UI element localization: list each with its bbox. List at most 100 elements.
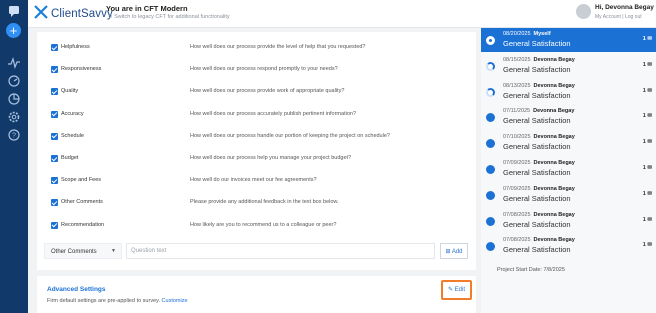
survey-recipient: Devonna Begay — [533, 237, 575, 244]
survey-date: 07/11/2025 — [503, 108, 531, 115]
edit-label: Edit — [454, 287, 466, 293]
advanced-settings: Advanced Settings Firm default settings … — [37, 270, 476, 313]
survey-name: General Satisfaction — [503, 168, 571, 177]
survey-recipient: Devonna Begay — [533, 56, 575, 63]
mail-icon: ✉ — [645, 242, 652, 249]
question-row: Responsiveness How well does our process … — [37, 59, 476, 81]
question-text-input[interactable]: Question text — [126, 243, 435, 259]
edit-highlight: ✎ Edit — [441, 280, 472, 300]
question-type-select[interactable]: Other Comments ▼ — [44, 243, 122, 259]
response-count: 1 ✉ — [643, 217, 652, 223]
checkbox[interactable] — [51, 221, 58, 229]
checkbox[interactable] — [51, 66, 58, 74]
add-question-button[interactable]: ⊞ Add — [440, 243, 468, 259]
survey-list-item[interactable]: 08/20/2025 Myself General Satisfaction 1 ✉ — [481, 28, 656, 52]
mail-icon: ✉ — [645, 61, 652, 68]
gear-icon[interactable] — [7, 110, 21, 124]
environment-title: You are in CFT Modern — [106, 4, 188, 13]
survey-recipient: Devonna Begay — [533, 134, 575, 141]
survey-list-item[interactable]: 07/11/2025 Devonna Begay General Satisfact… — [481, 105, 656, 130]
survey-list-item[interactable]: 07/08/2025 Devonna Begay General Satisfact… — [481, 234, 656, 259]
survey-date: 07/10/2025 — [503, 134, 531, 141]
status-icon — [486, 190, 495, 200]
response-count: 1 ✉ — [643, 113, 652, 119]
status-icon — [486, 165, 495, 174]
top-header: ClientSavvy You are in CFT Modern ↻ Swit… — [28, 0, 656, 28]
survey-list-item[interactable]: 07/10/2025 Devonna Begay General Satisfact… — [481, 131, 656, 156]
checkbox[interactable] — [51, 155, 58, 162]
response-count: 1 ✉ — [643, 62, 652, 68]
survey-date-line: 07/09/2025 Devonna Begay — [503, 186, 575, 192]
survey-date-line: 07/11/2025 Devonna Begay — [503, 108, 574, 114]
my-account-link[interactable]: My Account — [595, 14, 621, 20]
activity-icon[interactable] — [7, 56, 21, 70]
checkbox[interactable] — [51, 177, 58, 185]
response-count: 1 ✉ — [643, 165, 652, 171]
edit-button[interactable]: ✎ Edit — [446, 285, 467, 296]
project-start-date: Project Start Date: 7/8/2025 — [497, 267, 565, 273]
survey-date-line: 07/09/2025 Devonna Begay — [503, 160, 575, 166]
survey-date-line: 08/20/2025 Myself — [503, 31, 551, 37]
user-greeting: Hi, Devonna Begay — [595, 4, 654, 11]
survey-date-line: 08/13/2025 Devonna Begay — [503, 83, 575, 89]
status-icon — [486, 113, 495, 123]
survey-date-line: 07/08/2025 Devonna Begay — [503, 237, 575, 243]
logo[interactable]: ClientSavvy — [34, 4, 113, 24]
customize-link[interactable]: Customize — [162, 298, 188, 304]
question-label: Recommendation — [61, 221, 105, 228]
mail-icon: ✉ — [645, 190, 652, 197]
survey-date: 08/15/2025 — [503, 56, 531, 63]
status-icon — [486, 61, 495, 71]
help-icon[interactable]: ? — [7, 128, 21, 142]
survey-recipient: Devonna Begay — [533, 108, 575, 115]
survey-name: General Satisfaction — [503, 245, 571, 255]
switch-legacy-text: Switch to legacy CFT for additional func… — [114, 14, 230, 20]
dashboard-icon[interactable] — [7, 74, 21, 88]
question-text: Please provide any additional feedback i… — [190, 199, 339, 206]
checkbox[interactable] — [51, 132, 58, 140]
advanced-settings-title: Advanced Settings — [47, 286, 106, 293]
logo-mark-icon — [34, 4, 48, 24]
checkbox[interactable] — [51, 88, 58, 96]
left-rail: + ? — [0, 0, 28, 313]
checkbox[interactable] — [51, 110, 58, 118]
pie-chart-icon[interactable] — [7, 92, 21, 106]
survey-name: General Satisfaction — [503, 219, 571, 229]
survey-list-item[interactable]: 08/15/2025 Devonna Begay General Satisfact… — [481, 53, 656, 78]
question-type-value: Other Comments — [51, 249, 97, 255]
pencil-icon: ✎ — [447, 287, 455, 293]
mail-icon: ✉ — [645, 113, 652, 120]
survey-list-item[interactable]: 07/09/2025 Devonna Begay General Satisfact… — [481, 157, 656, 181]
checkbox[interactable] — [51, 199, 58, 207]
chat-icon[interactable] — [7, 4, 21, 18]
checkbox[interactable] — [51, 44, 58, 51]
mail-icon: ✉ — [645, 139, 652, 146]
survey-date-line: 08/15/2025 Devonna Begay — [503, 57, 575, 63]
avatar[interactable] — [576, 4, 591, 19]
survey-list-item[interactable]: 07/09/2025 Devonna Begay General Satisfact… — [481, 182, 656, 207]
question-text: How well does our process help you manag… — [190, 155, 352, 161]
question-label: Scope and Fees — [61, 177, 102, 184]
question-row: Quality How well does our process provide… — [37, 81, 476, 103]
survey-date: 08/20/2025 — [503, 31, 531, 37]
svg-text:?: ? — [12, 133, 16, 140]
add-question-bar: Other Comments ▼ Question text ⊞ Add — [44, 243, 469, 259]
survey-date: 07/09/2025 — [503, 160, 531, 166]
survey-list-item[interactable]: 08/13/2025 Devonna Begay General Satisfact… — [481, 79, 656, 104]
question-label: Other Comments — [61, 199, 103, 206]
add-button[interactable]: + — [6, 23, 21, 38]
survey-name: General Satisfaction — [503, 193, 571, 203]
survey-list-item[interactable]: 07/08/2025 Devonna Begay General Satisfact… — [481, 208, 656, 233]
question-row: Schedule How well does our process handle… — [37, 126, 476, 148]
mail-icon: ✉ — [645, 165, 652, 171]
survey-recipient: Devonna Begay — [533, 211, 575, 218]
response-count: 1 ✉ — [643, 191, 652, 197]
switch-legacy-link[interactable]: ↻ Switch to legacy CFT for additional fu… — [108, 14, 230, 20]
survey-name: General Satisfaction — [503, 90, 571, 100]
survey-name: General Satisfaction — [503, 64, 571, 74]
status-icon — [486, 36, 495, 45]
question-row: Accuracy How well does our process accura… — [37, 104, 476, 126]
survey-recipient: Myself — [533, 31, 551, 37]
status-icon — [486, 216, 495, 226]
log-out-link[interactable]: Log out — [625, 14, 642, 20]
